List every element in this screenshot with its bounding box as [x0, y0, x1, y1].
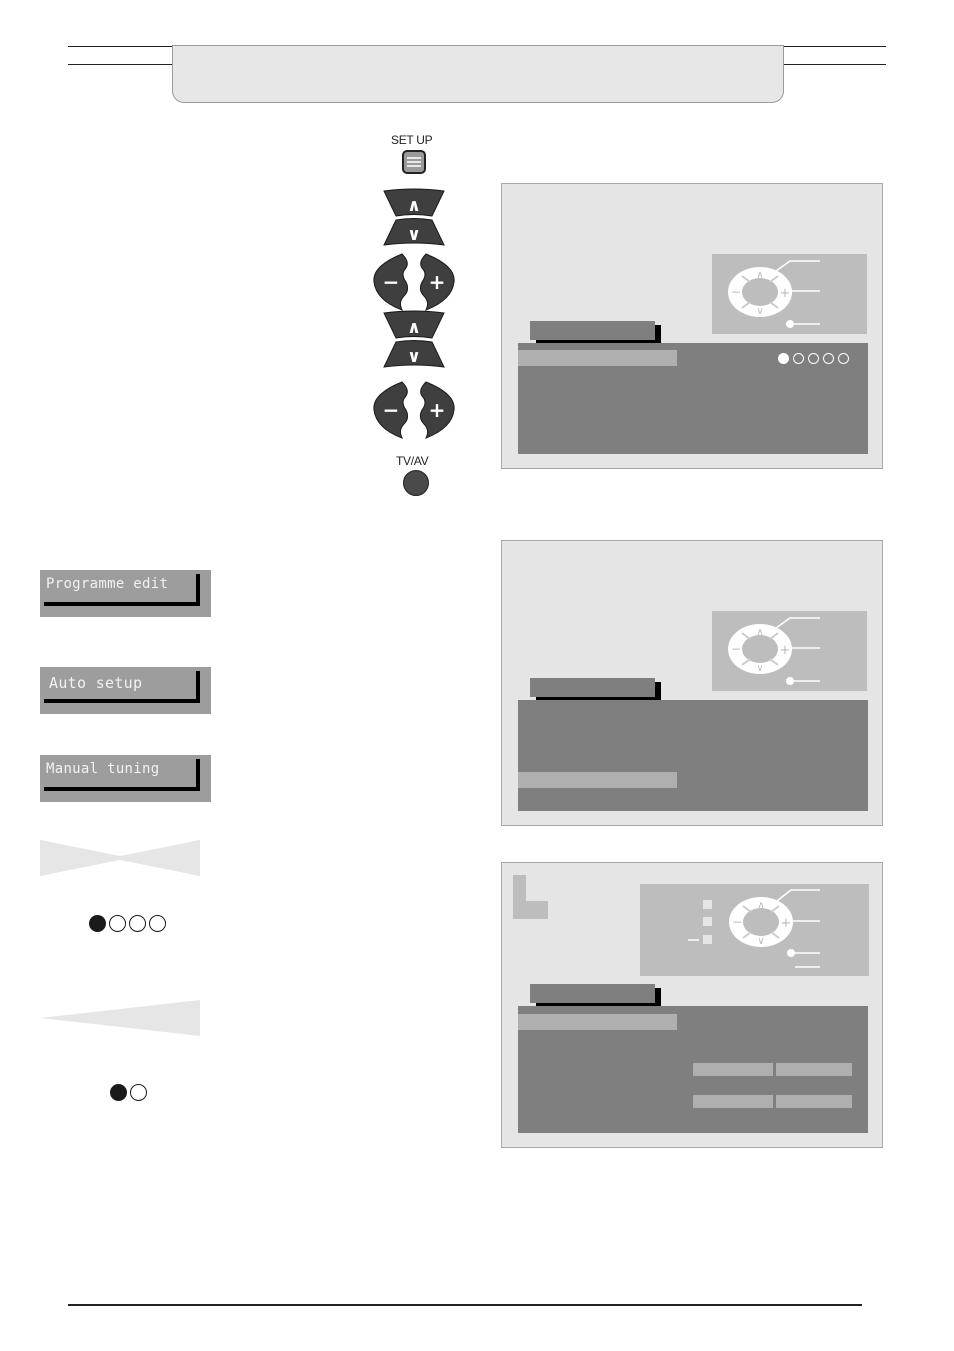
svg-text:+: + [781, 916, 792, 931]
svg-text:−: − [732, 915, 742, 929]
minus-icon: − [383, 270, 400, 294]
corner-l-icon [513, 875, 548, 919]
value-field[interactable] [776, 1095, 852, 1108]
wedge-graphic [40, 1000, 200, 1036]
bowtie-graphic-fill [40, 840, 200, 876]
navigation-ring-icon: ∧ ∨ − + [728, 617, 820, 685]
menu-title-tab [530, 321, 655, 340]
up-arrow-icon: ∧ [407, 318, 421, 338]
svg-text:∨: ∨ [756, 306, 763, 317]
indicator-dot [109, 915, 126, 932]
down-arrow-icon: ∨ [407, 347, 421, 367]
navigation-ring-icon: ∧ ∨ − + [688, 889, 820, 968]
header-rule-bottom-left [68, 64, 172, 65]
programme-edit-label: Programme edit [46, 576, 169, 592]
progress-dot [808, 353, 819, 364]
down-button[interactable]: ∨ [383, 218, 445, 246]
tv-screen-2: ∧ ∨ − + [501, 540, 883, 826]
menu-selected-row[interactable] [518, 1014, 677, 1030]
four-dot-indicator [89, 915, 166, 932]
setup-label: SET UP [391, 133, 433, 147]
progress-dot [823, 353, 834, 364]
two-dot-indicator [110, 1084, 147, 1101]
page-header-tab [172, 45, 784, 103]
minus-icon: − [383, 398, 400, 422]
up-button-2[interactable]: ∧ [383, 310, 445, 339]
navigation-ring-icon: ∧ ∨ − + [728, 260, 820, 328]
plus-icon: + [429, 270, 446, 294]
down-arrow-icon: ∨ [407, 225, 421, 245]
indicator-dot [110, 1084, 127, 1101]
help-box: ∧ ∨ − + [712, 254, 867, 334]
menu-panel [518, 1006, 868, 1133]
menu-panel [518, 343, 868, 454]
svg-text:∨: ∨ [757, 936, 764, 947]
indicator-dot [149, 915, 166, 932]
svg-text:∧: ∧ [757, 900, 764, 911]
plus-button-2[interactable]: + [419, 381, 455, 439]
help-box: ∧ ∨ − + [712, 611, 867, 691]
up-button[interactable]: ∧ [383, 188, 445, 217]
menu-panel [518, 700, 868, 811]
menu-title-tab [530, 984, 655, 1003]
value-field[interactable] [693, 1063, 773, 1076]
manual-tuning-label: Manual tuning [46, 761, 160, 777]
footer-rule [68, 1304, 862, 1306]
svg-text:+: + [780, 643, 791, 658]
value-field[interactable] [776, 1063, 852, 1076]
programme-edit-menu-button[interactable]: Programme edit [40, 570, 211, 617]
progress-dot [793, 353, 804, 364]
value-field[interactable] [693, 1095, 773, 1108]
auto-setup-menu-button[interactable]: Auto setup [40, 667, 211, 714]
header-rule-bottom-right [784, 64, 886, 65]
setup-button[interactable] [402, 150, 426, 174]
tv-screen-3: ∧ ∨ − + [501, 862, 883, 1148]
svg-text:∨: ∨ [756, 663, 763, 674]
svg-text:−: − [731, 642, 741, 656]
svg-text:−: − [731, 285, 741, 299]
remote-control-buttons: ∧ ∨ − + ∧ ∨ − + [373, 188, 455, 439]
tv-screen-1: ∧ ∨ − + [501, 183, 883, 469]
progress-dot [778, 353, 789, 364]
menu-selected-row[interactable] [518, 772, 677, 788]
minus-button[interactable]: − [373, 253, 409, 311]
menu-selected-row[interactable] [518, 350, 677, 366]
svg-text:+: + [780, 286, 791, 301]
indicator-dot [129, 915, 146, 932]
indicator-dot [89, 915, 106, 932]
menu-title-tab [530, 678, 655, 697]
header-rule-top-left [68, 46, 172, 47]
header-rule-top-right [784, 46, 886, 47]
plus-button[interactable]: + [419, 253, 455, 311]
minus-button-2[interactable]: − [373, 381, 409, 439]
svg-text:∧: ∧ [756, 270, 763, 281]
svg-text:∧: ∧ [756, 627, 763, 638]
manual-tuning-menu-button[interactable]: Manual tuning [40, 755, 211, 802]
auto-setup-label: Auto setup [49, 674, 143, 692]
down-button-2[interactable]: ∨ [383, 340, 445, 368]
progress-dots [778, 353, 849, 364]
progress-dot [838, 353, 849, 364]
up-arrow-icon: ∧ [407, 196, 421, 216]
help-box: ∧ ∨ − + [640, 884, 869, 976]
indicator-dot [130, 1084, 147, 1101]
tvav-label: TV/AV [396, 454, 429, 468]
tvav-button[interactable] [403, 470, 429, 496]
plus-icon: + [429, 398, 446, 422]
